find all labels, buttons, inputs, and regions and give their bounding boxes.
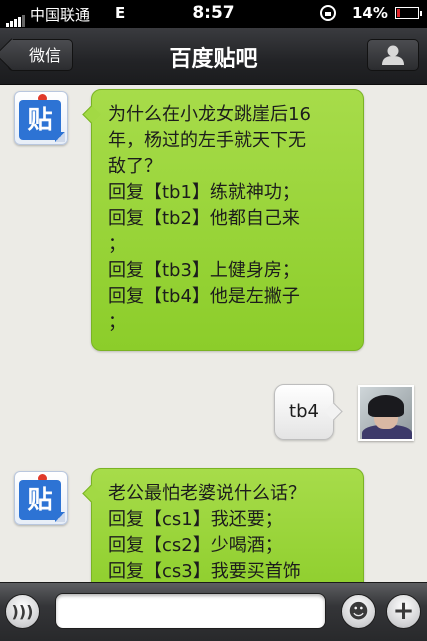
- chat-info-button[interactable]: [367, 39, 419, 71]
- incoming-message-bubble[interactable]: 老公最怕老婆说什么话？ 回复【cs1】我还要； 回复【cs2】少喝酒； 回复【c…: [91, 468, 364, 582]
- message-line: 回复【cs1】我还要；: [108, 509, 283, 530]
- message-line: 回复【cs3】我要买首饰: [108, 561, 301, 582]
- message-input[interactable]: [55, 593, 326, 629]
- message-line: 年，杨过的左手就天下无: [108, 130, 306, 151]
- message-line: 回复【tb4】他是左撇子: [108, 286, 300, 307]
- battery-icon: [395, 7, 422, 19]
- avatar[interactable]: [358, 385, 414, 441]
- tieba-avatar[interactable]: 贴: [14, 91, 68, 145]
- battery-percentage: 14%: [352, 4, 388, 22]
- message-line: 回复【tb1】练就神功；: [108, 182, 300, 203]
- incoming-message-bubble[interactable]: 为什么在小龙女跳崖后16 年，杨过的左手就天下无 敌了？ 回复【tb1】练就神功…: [91, 89, 364, 351]
- message-line: 敌了？: [108, 156, 162, 177]
- message-line: 为什么在小龙女跳崖后16: [108, 104, 311, 125]
- status-bar: 中国联通 E 8:57 14%: [0, 0, 427, 28]
- outgoing-message-bubble[interactable]: tb4: [274, 384, 334, 440]
- message-line: 回复【cs2】少喝酒；: [108, 535, 283, 556]
- message-line: 回复【tb2】他都自己来: [108, 208, 300, 229]
- message-line: 老公最怕老婆说什么话？: [108, 483, 306, 504]
- message-line: ；: [108, 312, 126, 333]
- message-line: 回复【tb3】上健身房；: [108, 260, 300, 281]
- plus-icon[interactable]: +: [386, 594, 421, 629]
- page-title: 百度贴吧: [169, 47, 258, 72]
- page-fold-icon: [55, 512, 65, 522]
- chat-message-list[interactable]: 贴 为什么在小龙女跳崖后16 年，杨过的左手就天下无 敌了？ 回复【tb1】练就…: [0, 85, 427, 582]
- navigation-bar: 微信 百度贴吧: [0, 28, 427, 85]
- message-text: tb4: [289, 401, 319, 422]
- back-button-label: 微信: [29, 46, 62, 65]
- rotation-lock-icon: [320, 5, 336, 21]
- avatar-hair: [368, 395, 404, 417]
- emoji-icon[interactable]: ☻: [341, 594, 376, 629]
- page-fold-icon: [55, 132, 65, 142]
- message-line: ；: [108, 234, 126, 255]
- person-icon: [382, 45, 404, 65]
- tieba-avatar[interactable]: 贴: [14, 471, 68, 525]
- message-input-bar: ))) ☻ +: [0, 582, 427, 641]
- voice-icon[interactable]: ))): [5, 594, 40, 629]
